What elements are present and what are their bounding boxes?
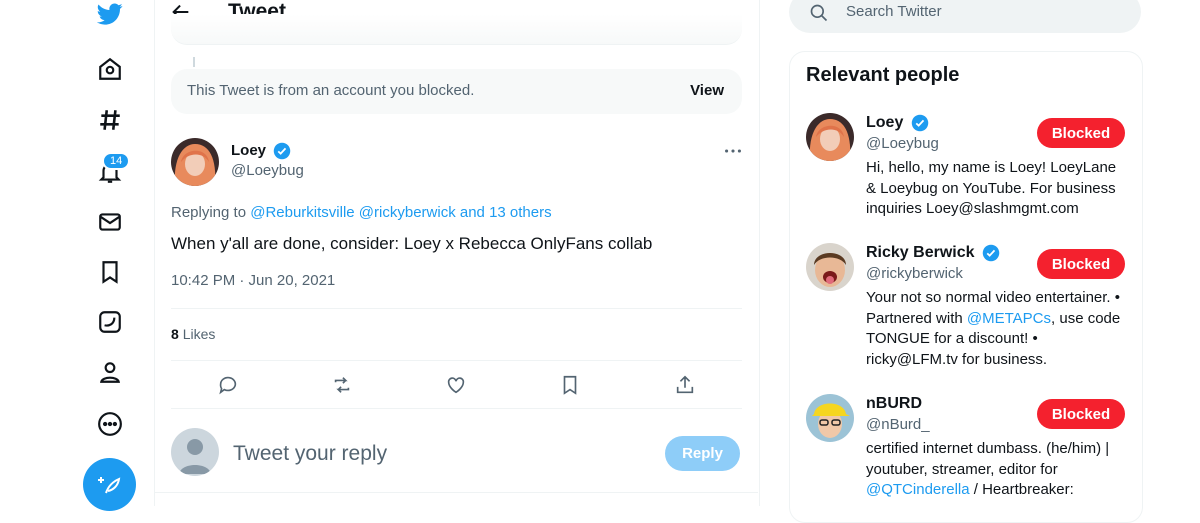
person-handle[interactable]: @Loeybug: [866, 135, 939, 152]
person-bio: Your not so normal video entertainer. • …: [866, 288, 1128, 370]
twitter-logo-icon[interactable]: [96, 0, 124, 28]
divider: [171, 360, 742, 361]
home-icon[interactable]: [96, 55, 124, 83]
likes-count: 8: [171, 326, 179, 342]
divider: [171, 308, 742, 309]
bookmark-icon[interactable]: [559, 374, 581, 401]
compose-tweet-button[interactable]: [83, 458, 136, 511]
divider: [154, 492, 758, 493]
verified-badge-icon: [273, 142, 291, 160]
tweet-author-handle[interactable]: @Loeybug: [231, 162, 304, 179]
blocked-notice-text: This Tweet is from an account you blocke…: [187, 82, 475, 99]
reply-button[interactable]: Reply: [665, 436, 740, 471]
relevant-people-title: Relevant people: [806, 64, 960, 86]
blocked-button[interactable]: Blocked: [1037, 399, 1125, 429]
share-icon[interactable]: [674, 374, 696, 401]
tweet-timestamp[interactable]: 10:42 PM · Jun 20, 2021: [171, 272, 335, 289]
reply-icon[interactable]: [217, 374, 239, 401]
search-icon: [810, 4, 828, 22]
bio-text: certified internet dumbass. (he/him) | y…: [866, 440, 1110, 478]
tweet-more-options-icon[interactable]: [722, 140, 744, 162]
blocked-tweet-notice: This Tweet is from an account you blocke…: [171, 69, 742, 114]
replying-to-line: Replying to @Reburkitsville @rickyberwic…: [171, 204, 552, 221]
bio-mention-link[interactable]: @METAPCs: [967, 310, 1051, 327]
more-options-circle-icon[interactable]: [96, 410, 124, 438]
verified-badge-icon: [911, 114, 929, 132]
person-name[interactable]: nBURD: [866, 395, 922, 413]
reply-input[interactable]: Tweet your reply: [233, 442, 387, 466]
view-blocked-tweet-button[interactable]: View: [690, 82, 724, 99]
messages-envelope-icon[interactable]: [96, 208, 124, 236]
person-handle[interactable]: @rickyberwick: [866, 265, 963, 282]
replying-to-prefix: Replying to: [171, 204, 247, 221]
person-name-row[interactable]: Ricky Berwick: [866, 244, 1000, 262]
tweet-author-name[interactable]: Loey: [231, 142, 266, 159]
person-avatar-nburd[interactable]: [806, 394, 854, 442]
search-bar[interactable]: Search Twitter: [789, 0, 1141, 33]
profile-person-icon[interactable]: [96, 358, 124, 386]
notifications-count-badge: 14: [102, 152, 131, 170]
replying-to-targets[interactable]: @Reburkitsville @rickyberwick and 13 oth…: [250, 204, 551, 221]
person-bio: certified internet dumbass. (he/him) | y…: [866, 439, 1128, 501]
person-name[interactable]: Ricky Berwick: [866, 244, 975, 261]
blocked-button[interactable]: Blocked: [1037, 118, 1125, 148]
explore-hashtag-icon[interactable]: [96, 106, 124, 134]
person-name[interactable]: Loey: [866, 114, 903, 131]
divider: [171, 408, 742, 409]
search-input[interactable]: Search Twitter: [846, 3, 942, 20]
person-avatar-loey[interactable]: [806, 113, 854, 161]
bio-text: / Heartbreaker:: [969, 481, 1074, 498]
person-name-row[interactable]: Loey: [866, 114, 929, 132]
likes-stat[interactable]: 8 Likes: [171, 326, 215, 342]
blocked-button[interactable]: Blocked: [1037, 249, 1125, 279]
previous-tweet-edge: [171, 14, 742, 45]
like-heart-icon[interactable]: [445, 374, 467, 401]
retweet-icon[interactable]: [331, 374, 353, 401]
bio-mention-link[interactable]: @QTCinderella: [866, 481, 970, 498]
thread-line: [193, 57, 195, 67]
tweet-author-avatar[interactable]: [171, 138, 219, 186]
person-bio: Hi, hello, my name is Loey! LoeyLane & L…: [866, 159, 1117, 217]
verified-badge-icon: [982, 244, 1000, 262]
person-avatar-ricky-berwick[interactable]: [806, 243, 854, 291]
bookmarks-icon[interactable]: [96, 258, 124, 286]
current-user-avatar[interactable]: [171, 428, 219, 476]
tweet-author-name-row[interactable]: Loey: [231, 142, 291, 160]
feather-plus-icon: [97, 476, 120, 493]
person-handle[interactable]: @nBurd_: [866, 416, 930, 433]
twitter-blue-icon[interactable]: [96, 308, 124, 336]
tweet-text: When y'all are done, consider: Loey x Re…: [171, 234, 653, 253]
likes-label: Likes: [182, 326, 216, 342]
